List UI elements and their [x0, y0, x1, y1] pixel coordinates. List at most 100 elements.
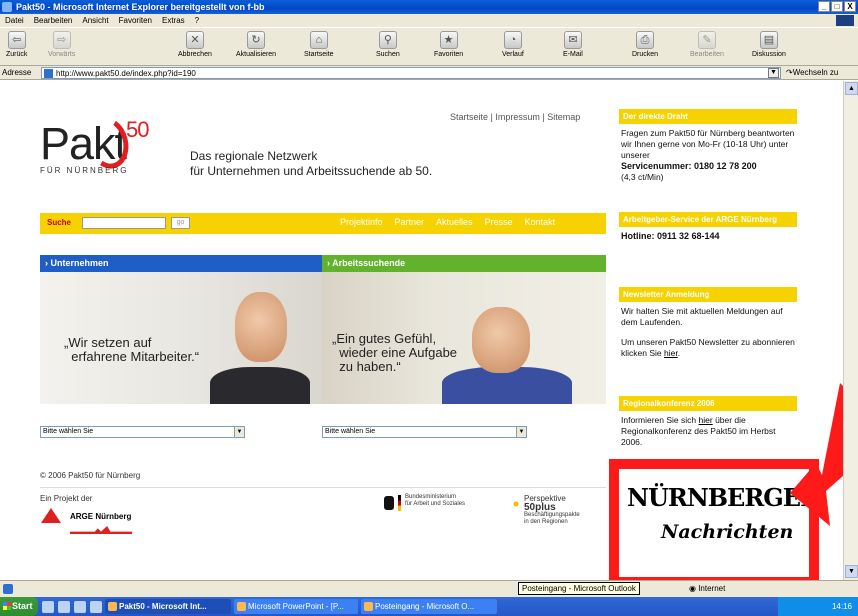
- refresh-icon: ↻: [247, 31, 266, 49]
- face-shape: [235, 292, 287, 362]
- divider: [40, 487, 606, 488]
- address-input[interactable]: http://www.pakt50.de/index.php?id=190: [41, 67, 781, 79]
- copyright: © 2006 Pakt50 für Nürnberg: [40, 471, 141, 480]
- windows-logo-icon: [836, 15, 854, 26]
- print-button[interactable]: ⎙ Drucken: [632, 31, 658, 58]
- menu-help[interactable]: ?: [195, 14, 199, 27]
- perspektive50plus-logo[interactable]: Perspektive 50plus Beschäftigungspakte i…: [524, 494, 580, 526]
- history-icon: ◔: [503, 31, 522, 49]
- print-icon: ⎙: [636, 31, 655, 49]
- scroll-up-icon[interactable]: ▲: [845, 82, 858, 95]
- quicklaunch-icon[interactable]: [74, 600, 86, 613]
- forward-button[interactable]: ⇨ Vorwärts: [48, 31, 75, 58]
- nav-projektinfo[interactable]: Projektinfo: [340, 217, 383, 227]
- home-icon: ⌂: [309, 31, 328, 49]
- stop-button[interactable]: ✕ Abbrechen: [178, 31, 212, 58]
- minimize-button[interactable]: _: [818, 1, 830, 12]
- box-heading: Arbeitgeber-Service der ARGE Nürnberg: [619, 212, 797, 227]
- task-outlook[interactable]: Posteingang - Microsoft O...: [361, 599, 497, 614]
- suit-shape: [210, 367, 310, 404]
- arge-logo-icon: [41, 508, 61, 523]
- menu-extras[interactable]: Extras: [162, 14, 185, 27]
- favorites-icon: ★: [439, 31, 458, 49]
- newsletter-link[interactable]: hier: [664, 348, 678, 358]
- projekt-label: Ein Projekt der: [40, 494, 93, 503]
- start-button[interactable]: Start: [0, 597, 38, 616]
- search-input[interactable]: [82, 217, 166, 229]
- favorites-button[interactable]: ★ Favoriten: [434, 31, 463, 58]
- nuernberger-nachrichten-logo[interactable]: NÜRNBERGER Nachrichten: [609, 459, 820, 580]
- box-heading: Regionalkonferenz 2006: [619, 396, 797, 411]
- box-newsletter: Newsletter Anmeldung Wir halten Sie mit …: [619, 287, 797, 363]
- perspektive-dots-icon: [511, 499, 521, 509]
- browser-viewport: Startseite | Impressum | Sitemap Pakt50 …: [0, 81, 843, 580]
- task-pakt50[interactable]: Pakt50 - Microsoft Int...: [105, 599, 231, 614]
- window-title: Pakt50 - Microsoft Internet Explorer ber…: [16, 2, 265, 12]
- skyline-icon: [70, 526, 132, 534]
- edit-button[interactable]: ✎ Bearbeiten: [690, 31, 724, 58]
- nav-aktuelles[interactable]: Aktuelles: [436, 217, 473, 227]
- address-bar: Adresse http://www.pakt50.de/index.php?i…: [0, 66, 858, 80]
- tooltip: Posteingang - Microsoft Outlook: [518, 582, 640, 595]
- menu-datei[interactable]: Datei: [5, 14, 24, 27]
- scroll-down-icon[interactable]: ▼: [845, 565, 858, 578]
- regionalkonferenz-link[interactable]: hier: [699, 415, 713, 425]
- search-nav-bar: Suche go Projektinfo Partner Aktuelles P…: [40, 213, 606, 234]
- box-regionalkonferenz: Regionalkonferenz 2006 Informieren Sie s…: [619, 396, 797, 452]
- photo-businessman[interactable]: „Wir setzen auf erfahrene Mitarbeiter.“: [40, 272, 322, 404]
- search-go-button[interactable]: go: [171, 217, 190, 229]
- mail-button[interactable]: ✉ E-Mail: [563, 31, 583, 58]
- quicklaunch-icon[interactable]: [58, 600, 70, 613]
- address-dropdown-icon[interactable]: ▼: [768, 68, 779, 78]
- taskbar: Start Pakt50 - Microsoft Int... Microsof…: [0, 597, 858, 616]
- nav-partner[interactable]: Partner: [395, 217, 425, 227]
- menu-ansicht[interactable]: Ansicht: [82, 14, 108, 27]
- nav-kontakt[interactable]: Kontakt: [525, 217, 556, 227]
- quote-right: „Ein gutes Gefühl, wieder eine Aufgabe z…: [332, 331, 458, 374]
- system-tray: 14:16: [778, 597, 858, 616]
- chevron-down-icon: ▼: [516, 427, 526, 437]
- top-links[interactable]: Startseite | Impressum | Sitemap: [450, 112, 580, 122]
- box-direkter-draht: Der direkte Draht Fragen zum Pakt50 für …: [619, 109, 797, 187]
- tab-unternehmen[interactable]: › Unternehmen: [40, 255, 322, 272]
- vertical-scrollbar[interactable]: ▲ ▼: [843, 81, 858, 580]
- go-button[interactable]: ↷Wechseln zu: [786, 66, 838, 80]
- search-icon: ⚲: [378, 31, 397, 49]
- discuss-button[interactable]: ▤ Diskussion: [752, 31, 786, 58]
- photo-older-man[interactable]: „Ein gutes Gefühl, wieder eine Aufgabe z…: [322, 272, 606, 404]
- select-unternehmen[interactable]: Bitte wählen Sie ▼: [40, 426, 245, 438]
- home-button[interactable]: ⌂ Startseite: [304, 31, 334, 58]
- quote-left: „Wir setzen auf erfahrene Mitarbeiter.“: [64, 335, 200, 364]
- edit-icon: ✎: [697, 31, 716, 49]
- address-label: Adresse: [2, 68, 32, 77]
- status-bar: Posteingang - Microsoft Outlook ◉ Intern…: [0, 580, 858, 597]
- bmas-logo[interactable]: Bundesministerium für Arbeit und Soziale…: [405, 494, 465, 508]
- search-label: Suche: [47, 218, 72, 227]
- maximize-button[interactable]: □: [831, 1, 843, 12]
- face-shape-right: [472, 307, 530, 373]
- close-button[interactable]: X: [844, 1, 856, 12]
- menu-bearbeiten[interactable]: Bearbeiten: [34, 14, 73, 27]
- clock: 14:16: [831, 602, 852, 611]
- quicklaunch-icon[interactable]: [42, 600, 54, 613]
- refresh-button[interactable]: ↻ Aktualisieren: [236, 31, 276, 58]
- discuss-icon: ▤: [759, 31, 778, 49]
- menu-favoriten[interactable]: Favoriten: [119, 14, 152, 27]
- stop-icon: ✕: [185, 31, 204, 49]
- select-arbeitssuchende[interactable]: Bitte wählen Sie ▼: [322, 426, 527, 438]
- security-zone: ◉ Internet: [689, 584, 726, 593]
- page-icon: [44, 69, 53, 78]
- quicklaunch-icon[interactable]: [90, 600, 102, 613]
- search-button[interactable]: ⚲ Suchen: [376, 31, 400, 58]
- red-arrow-icon: [790, 383, 843, 526]
- back-button[interactable]: ⇦ Zurück: [6, 31, 27, 58]
- flag-bar-icon: [398, 495, 401, 511]
- logo-subtitle: FÜR NÜRNBERG: [40, 166, 129, 175]
- tagline: Das regionale Netzwerk für Unternehmen u…: [190, 149, 433, 178]
- back-arrow-icon: ⇦: [7, 31, 26, 49]
- task-powerpoint[interactable]: Microsoft PowerPoint - [P...: [234, 599, 358, 614]
- arge-name[interactable]: ARGE Nürnberg: [70, 512, 131, 521]
- nav-presse[interactable]: Presse: [485, 217, 513, 227]
- tab-arbeitssuchende[interactable]: › Arbeitssuchende: [322, 255, 606, 272]
- history-button[interactable]: ◔ Verlauf: [502, 31, 524, 58]
